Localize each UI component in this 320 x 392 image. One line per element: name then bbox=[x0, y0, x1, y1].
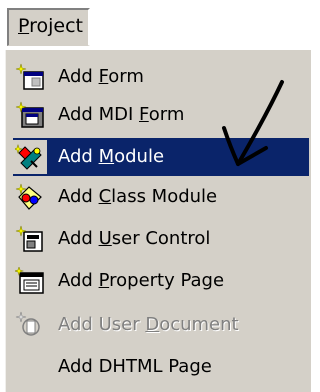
label-key: M bbox=[98, 146, 115, 167]
class-module-icon bbox=[15, 183, 42, 210]
label-pre: Add User bbox=[58, 314, 146, 335]
label-key: P bbox=[98, 270, 110, 291]
label-rest: odule bbox=[114, 146, 165, 167]
label-key: F bbox=[98, 66, 109, 87]
label-pre: Add bbox=[58, 228, 99, 249]
menu-item-add-dhtml-page[interactable]: Add DHTML Page bbox=[13, 348, 309, 386]
project-menu-title-rest: roject bbox=[29, 15, 84, 37]
label-key: F bbox=[139, 104, 149, 125]
label-rest: lass Module bbox=[111, 186, 218, 207]
module-icon bbox=[15, 144, 42, 170]
menu-item-add-property-page[interactable]: Add Property Page bbox=[13, 262, 309, 300]
label-pre: Add bbox=[58, 66, 99, 87]
project-menu-title[interactable]: Project bbox=[7, 8, 90, 46]
user-document-icon bbox=[15, 311, 40, 336]
mdi-form-icon bbox=[15, 101, 44, 128]
menu-item-add-user-control[interactable]: Add User Control bbox=[13, 220, 309, 258]
menu-item-add-user-document: Add User Document bbox=[13, 306, 309, 344]
label-key: D bbox=[145, 314, 160, 335]
project-menu-title-key: P bbox=[18, 15, 30, 37]
user-control-icon bbox=[15, 225, 43, 252]
annotation-arrow bbox=[222, 80, 284, 166]
menu-bar: Project bbox=[0, 0, 311, 50]
property-page-icon bbox=[15, 267, 44, 294]
form-icon bbox=[15, 63, 44, 90]
label-pre: Add MDI bbox=[58, 104, 139, 125]
label-pre: Add bbox=[58, 270, 99, 291]
label-rest: ocument bbox=[159, 314, 239, 335]
label-rest: ser Control bbox=[111, 228, 211, 249]
menu-item-add-class-module[interactable]: Add Class Module bbox=[13, 178, 309, 216]
label-pre: Add DHTML Page bbox=[58, 356, 212, 377]
label-pre: Add bbox=[58, 186, 99, 207]
label-rest: orm bbox=[108, 66, 144, 87]
label-rest: orm bbox=[148, 104, 185, 125]
label-pre: Add bbox=[58, 146, 99, 167]
label-rest: roperty Page bbox=[109, 270, 225, 291]
label-key: C bbox=[98, 186, 112, 207]
label-key: U bbox=[98, 228, 112, 249]
